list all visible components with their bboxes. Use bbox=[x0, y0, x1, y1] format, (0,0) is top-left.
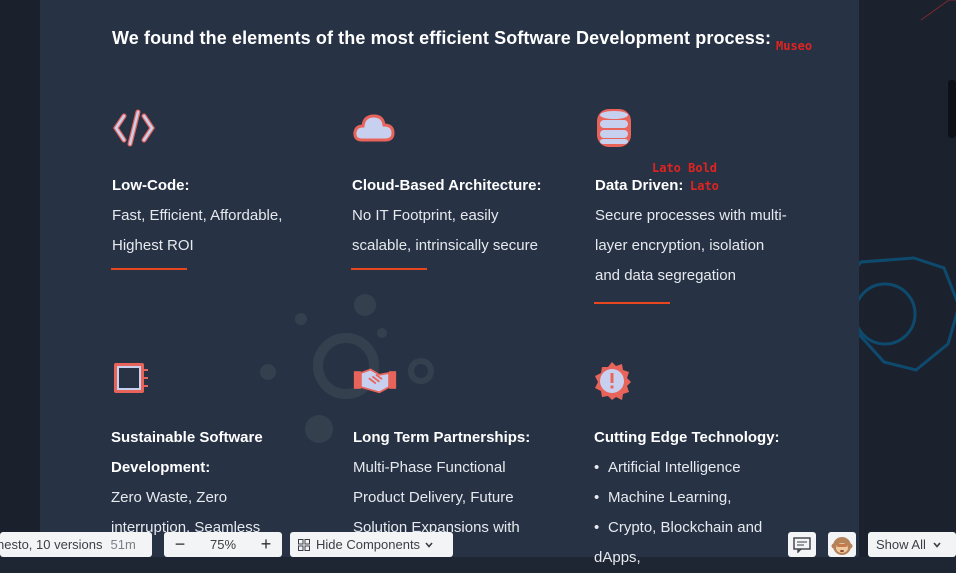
section-headline: We found the elements of the most effici… bbox=[112, 28, 772, 48]
card-title: Low-Code: bbox=[112, 177, 190, 194]
card-desc-line: Fast, Efficient, Affordable, bbox=[112, 207, 283, 224]
card-desc-line: scalable, intrinsically secure bbox=[352, 237, 538, 254]
components-icon bbox=[298, 538, 310, 551]
card-desc-line: Multi-Phase Functional bbox=[353, 459, 506, 476]
card-underline bbox=[594, 302, 670, 304]
chip-icon bbox=[114, 363, 148, 393]
list-item: • Machine Learning, bbox=[594, 489, 732, 506]
card-desc-line: No IT Footprint, easily bbox=[352, 207, 499, 224]
card-desc-line: Product Delivery, Future bbox=[353, 489, 514, 506]
versions-time: 51m bbox=[110, 537, 136, 552]
versions-indicator[interactable]: nesto, 10 versions 51m bbox=[0, 532, 152, 557]
hide-components-label: Hide Components bbox=[316, 537, 421, 552]
card-title: Cutting Edge Technology: bbox=[594, 429, 780, 446]
card-desc-line: Zero Waste, Zero bbox=[111, 489, 228, 506]
zoom-control: − 75% + bbox=[164, 532, 282, 557]
canvas-left-margin bbox=[0, 0, 40, 557]
card-desc-line: and data segregation bbox=[595, 267, 736, 284]
handshake-icon bbox=[353, 368, 397, 394]
show-all-dropdown[interactable]: Show All bbox=[868, 532, 956, 557]
feature-card-partnerships: Long Term Partnerships: Multi-Phase Func… bbox=[353, 360, 573, 543]
chevron-down-icon bbox=[425, 541, 433, 548]
card-underline bbox=[111, 268, 187, 270]
card-title: Long Term Partnerships: bbox=[353, 429, 531, 446]
card-desc-line: Highest ROI bbox=[112, 237, 194, 254]
zoom-out-button[interactable]: − bbox=[172, 534, 188, 555]
comment-button[interactable] bbox=[788, 532, 816, 557]
feature-card-cutting-edge: Cutting Edge Technology: • Artificial Int… bbox=[594, 360, 814, 573]
card-title: Sustainable Software bbox=[111, 429, 263, 446]
monkey-avatar-icon bbox=[831, 536, 853, 555]
list-item: • Artificial Intelligence bbox=[594, 459, 741, 476]
card-underline bbox=[351, 268, 427, 270]
code-icon bbox=[112, 109, 156, 147]
feature-card-low-code: Low-Code: Fast, Efficient, Affordable, H… bbox=[112, 108, 332, 261]
cloud-icon bbox=[353, 114, 395, 142]
bullet-list: • Artificial Intelligence • Machine Learni… bbox=[594, 453, 814, 573]
badge-alert-icon bbox=[595, 362, 631, 400]
comment-icon bbox=[793, 536, 811, 553]
hide-components-button[interactable]: Hide Components bbox=[290, 532, 453, 557]
feature-card-sustainable: Sustainable Software Development: Zero W… bbox=[111, 360, 331, 543]
card-title: Cloud-Based Architecture: bbox=[352, 177, 542, 194]
list-item: • Crypto, Blockchain and bbox=[594, 519, 763, 536]
avatar[interactable] bbox=[828, 532, 856, 557]
font-annotation-museo: Museo bbox=[776, 39, 813, 53]
list-item: dApps, bbox=[594, 549, 641, 566]
canvas-right-margin bbox=[859, 0, 956, 557]
card-title: Development: bbox=[111, 459, 211, 476]
feature-card-cloud: Cloud-Based Architecture: No IT Footprin… bbox=[352, 108, 572, 261]
database-icon bbox=[597, 109, 631, 147]
zoom-in-button[interactable]: + bbox=[258, 534, 274, 555]
versions-text: nesto, 10 versions bbox=[0, 537, 103, 552]
chevron-down-icon bbox=[933, 541, 941, 548]
hexagon-decoration-icon bbox=[859, 0, 956, 372]
card-title: Data Driven: bbox=[595, 177, 684, 194]
card-desc-line: Secure processes with multi- bbox=[595, 207, 787, 224]
scrollbar-thumb[interactable] bbox=[948, 80, 956, 138]
feature-card-data-driven: Data Driven: Secure processes with multi… bbox=[595, 108, 815, 291]
show-all-label: Show All bbox=[876, 537, 926, 552]
zoom-level[interactable]: 75% bbox=[210, 537, 236, 552]
card-desc-line: layer encryption, isolation bbox=[595, 237, 765, 254]
